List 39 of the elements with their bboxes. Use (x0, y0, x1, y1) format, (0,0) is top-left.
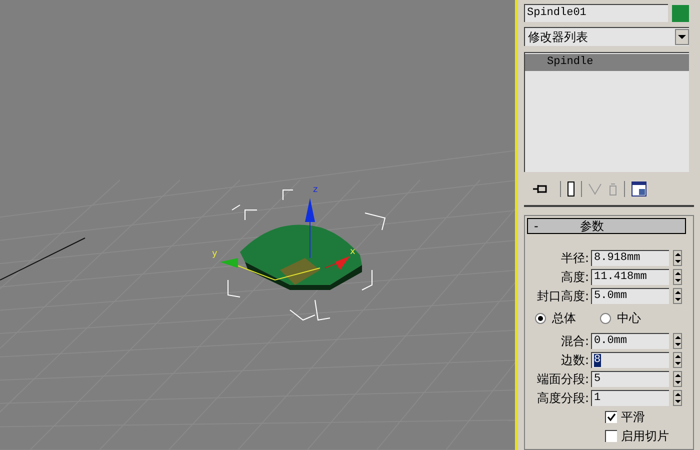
parameter-label: 半径: (560, 250, 590, 266)
spinner-arrows[interactable] (673, 250, 682, 266)
parameter-label: 高度分段: (536, 390, 590, 406)
viewport[interactable]: y z x (0, 0, 515, 450)
color-swatch[interactable] (672, 4, 689, 22)
spindle-object-drawing: y z x (210, 185, 390, 325)
checkbox-label: 启用切片 (621, 428, 669, 444)
checkbox-label: 平滑 (621, 408, 645, 426)
modifier-list-dropdown[interactable]: 修改器列表 (524, 27, 689, 46)
caret-icon (675, 29, 689, 45)
radio-button[interactable] (600, 312, 611, 324)
value-field[interactable]: 8.918mm (591, 250, 669, 266)
spinner-arrows[interactable] (673, 288, 682, 304)
parameter-label: 端面分段: (536, 370, 590, 388)
parameter-label: 高度: (560, 268, 590, 286)
parameter-label: 封口高度: (536, 288, 590, 304)
spinner-arrows[interactable] (673, 390, 682, 406)
spinner-arrows[interactable] (673, 332, 682, 348)
value-field[interactable]: 11.418mm (591, 268, 669, 284)
checkbox[interactable] (605, 410, 617, 422)
radio-button[interactable] (535, 312, 546, 324)
value-field[interactable]: 1 (591, 390, 669, 406)
parameter-label: 混合: (560, 332, 590, 350)
spinner-arrows[interactable] (673, 352, 682, 368)
spinner-arrows[interactable] (673, 268, 682, 284)
radio-label: 总体 (552, 310, 576, 327)
parameter-label: 边数: (560, 352, 590, 368)
configure-icon[interactable] (631, 180, 647, 197)
spinner-arrows[interactable] (673, 370, 682, 386)
checkbox[interactable] (605, 430, 617, 442)
modifier-stack-item[interactable]: Spindle (525, 54, 689, 71)
rollout-header[interactable]: - 参数 (527, 218, 686, 234)
value-field[interactable]: 5 (591, 370, 669, 386)
object-name-field[interactable]: Spindle01 (524, 4, 668, 22)
pin-icon[interactable] (532, 182, 548, 195)
value-field[interactable]: 5.0mm (591, 288, 669, 304)
radio-label: 中心 (617, 310, 641, 327)
value-field[interactable]: 0.0mm (591, 332, 669, 348)
value-field[interactable]: 8 (591, 352, 669, 368)
